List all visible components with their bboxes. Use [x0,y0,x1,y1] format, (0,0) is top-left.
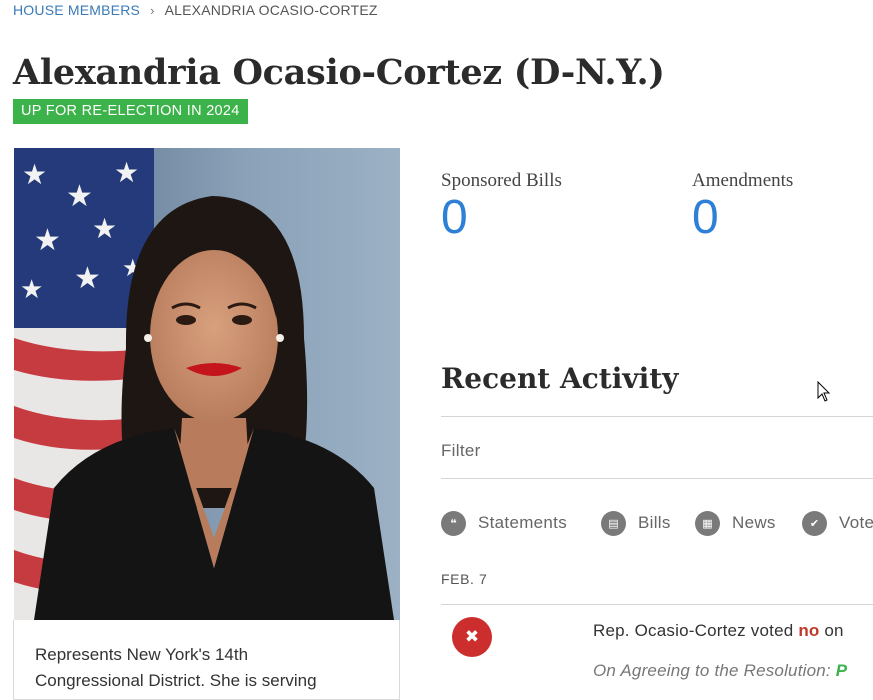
filter-news[interactable]: ▦ News [695,509,776,537]
svg-text:★: ★ [114,156,139,189]
breadcrumb: HOUSE MEMBERS › ALEXANDRIA OCASIO-CORTEZ [13,2,378,18]
divider [441,478,873,479]
bio-line-2: Congressional District. She is serving [35,671,317,690]
activity-date: FEB. 7 [441,571,488,587]
filter-label-bills: Bills [638,513,671,532]
filter-statements[interactable]: ❝ Statements [441,509,567,537]
svg-text:★: ★ [92,212,117,245]
breadcrumb-current: ALEXANDRIA OCASIO-CORTEZ [164,2,378,18]
checkmark-icon: ✔ [802,510,827,536]
breadcrumb-separator: › [150,3,155,18]
vote-result: P [835,661,848,680]
svg-text:★: ★ [74,261,101,296]
page-title: Alexandria Ocasio-Cortez (D-N.Y.) [13,52,665,93]
sponsored-bills-stat[interactable]: Sponsored Bills 0 [441,170,562,244]
stat-label: Sponsored Bills [441,170,562,191]
newspaper-icon: ▦ [695,510,720,536]
reelection-badge: UP FOR RE-ELECTION IN 2024 [13,99,248,124]
document-icon: ▤ [601,510,626,536]
activity-item-text[interactable]: Rep. Ocasio-Cortez voted no on [593,621,844,641]
x-icon: ✖ [452,617,492,657]
breadcrumb-house-members-link[interactable]: HOUSE MEMBERS [13,2,140,18]
svg-text:★: ★ [34,223,61,258]
filter-bills[interactable]: ▤ Bills [601,509,671,537]
member-portrait: ★ ★ ★ ★ ★ ★ ★ ★ [14,148,400,620]
bio-line-1: Represents New York's 14th [35,645,249,664]
activity-question[interactable]: On Agreeing to the Resolution: P [593,661,847,681]
divider [441,416,873,417]
filter-label-votes: Votes [839,513,873,532]
mouse-cursor-icon [817,380,831,408]
stat-value: 0 [441,191,468,244]
filter-label-news: News [732,513,776,532]
recent-activity-title: Recent Activity [441,362,679,395]
svg-text:★: ★ [20,275,43,305]
svg-text:★: ★ [66,179,93,214]
activity-text-suffix: on [819,621,844,640]
filter-label-statements: Statements [478,513,567,532]
activity-text-prefix: Rep. Ocasio-Cortez voted [593,621,799,640]
amendments-stat[interactable]: Amendments 0 [692,170,793,244]
vote-value: no [798,621,820,640]
stat-label: Amendments [692,170,794,191]
quote-icon: ❝ [441,510,466,536]
member-bio: Represents New York's 14th Congressional… [13,620,400,700]
divider [441,604,873,605]
stat-value: 0 [692,191,719,244]
question-text: On Agreeing to the Resolution: [593,661,836,680]
filter-label: Filter [441,441,481,460]
filter-votes[interactable]: ✔ Votes [802,509,873,537]
svg-text:★: ★ [22,158,47,191]
